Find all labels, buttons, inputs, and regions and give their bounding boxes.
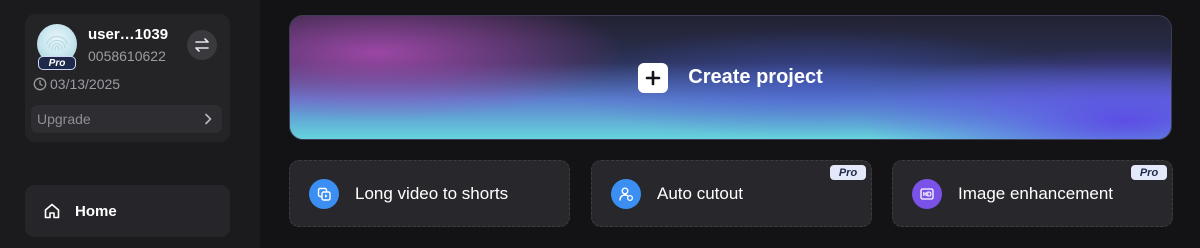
home-icon	[44, 203, 60, 219]
sidebar-item-label: Home	[75, 202, 117, 220]
pro-badge: Pro	[38, 56, 76, 70]
video-shorts-icon	[309, 178, 339, 209]
create-project-label: Create project	[688, 66, 823, 88]
clock-icon	[33, 77, 47, 91]
sidebar-item-home[interactable]: Home	[25, 185, 230, 237]
username: user…1039	[88, 26, 169, 43]
expiry-row: 03/13/2025	[33, 76, 120, 92]
expiry-date: 03/13/2025	[50, 76, 121, 92]
tool-label: Auto cutout	[657, 183, 744, 203]
tool-label: Long video to shorts	[355, 183, 509, 203]
plus-icon	[638, 62, 669, 93]
sidebar: Pro user…1039 0058610622 03/13/2025 Upgr…	[0, 0, 260, 248]
chevron-right-icon	[205, 113, 212, 125]
pro-badge: Pro	[830, 165, 866, 180]
user-id: 0058610622	[88, 48, 166, 64]
person-cutout-icon	[611, 178, 641, 209]
tool-label: Image enhancement	[958, 183, 1113, 203]
switch-account-button[interactable]	[187, 30, 217, 60]
tool-image-enhancement[interactable]: Image enhancement Pro	[892, 160, 1173, 227]
pro-badge: Pro	[1131, 165, 1167, 180]
avatar[interactable]: Pro	[37, 24, 77, 70]
hd-icon	[912, 178, 942, 209]
upgrade-button[interactable]: Upgrade	[31, 105, 222, 133]
swap-arrows-icon	[195, 38, 209, 52]
create-project-card[interactable]: Create project	[289, 15, 1172, 140]
tool-long-video-to-shorts[interactable]: Long video to shorts	[289, 160, 570, 227]
upgrade-label: Upgrade	[37, 111, 91, 127]
main-area: Create project Long video to shorts Auto…	[260, 0, 1200, 248]
user-card: Pro user…1039 0058610622 03/13/2025 Upgr…	[25, 14, 230, 142]
tool-auto-cutout[interactable]: Auto cutout Pro	[591, 160, 872, 227]
